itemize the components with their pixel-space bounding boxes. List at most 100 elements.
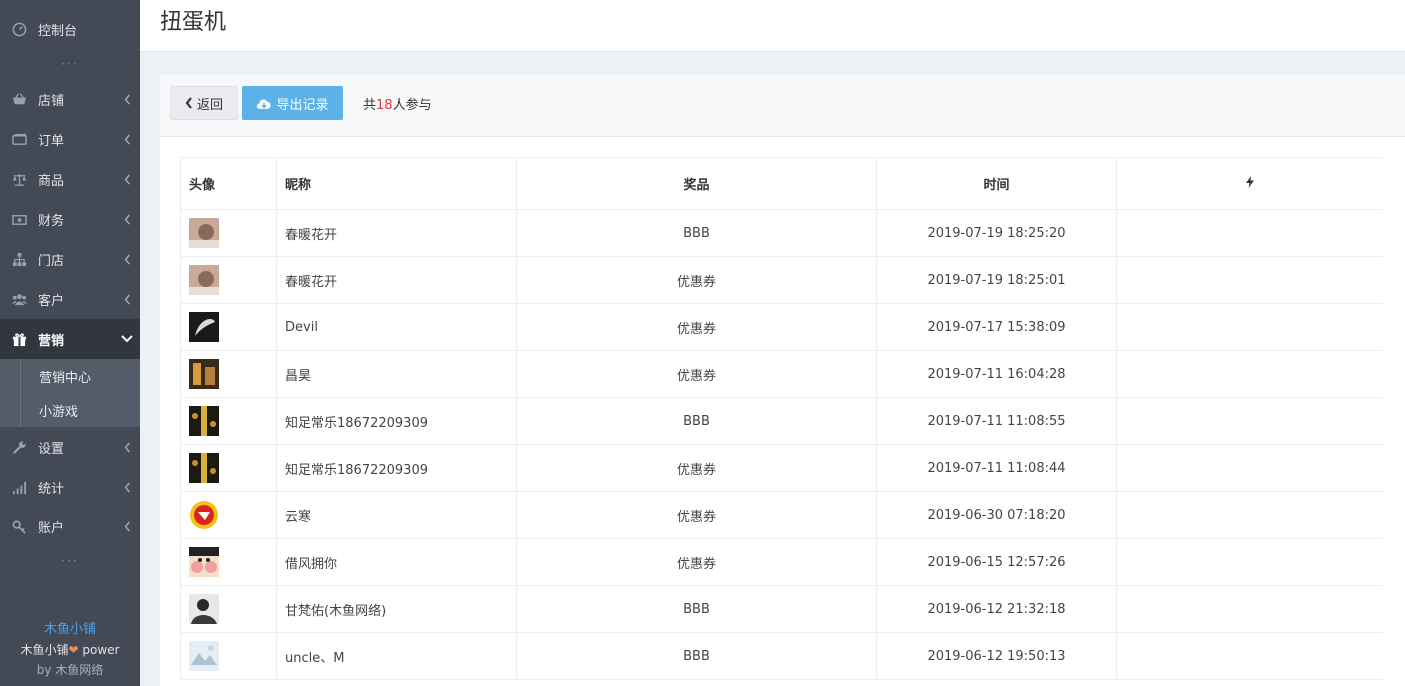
sidebar-footer: 木鱼小铺 木鱼小铺❤ power by 木鱼网络 — [0, 620, 140, 680]
cell-prize: 优惠券 — [516, 444, 877, 492]
footer-power-name: 木鱼小铺 — [20, 643, 69, 657]
photo-avatar — [189, 453, 219, 483]
back-button[interactable]: 返回 — [170, 86, 238, 120]
chevron-left-icon — [114, 481, 140, 493]
participants-count: 共18人参与 — [363, 94, 432, 113]
footer-brand[interactable]: 木鱼小铺 — [0, 620, 140, 640]
menu-divider-dots: ··· — [61, 57, 79, 71]
cell-actions — [1116, 350, 1383, 398]
cell-time: 2019-07-11 11:08:44 — [876, 444, 1117, 492]
cell-actions — [1116, 538, 1383, 586]
photo-avatar — [189, 312, 219, 342]
footer-by-name[interactable]: 木鱼网络 — [55, 663, 103, 677]
cell-time: 2019-07-11 16:04:28 — [876, 350, 1117, 398]
sidebar-item-dashboard[interactable]: 控制台 — [0, 9, 140, 49]
sidebar-item-shop[interactable]: 店铺 — [0, 79, 140, 119]
menu-divider-dots: ··· — [61, 554, 79, 568]
sidebar-item-order[interactable]: 订单 — [0, 119, 140, 159]
footer-by-prefix: by — [36, 663, 56, 677]
sidebar-item-goods[interactable]: 商品 — [0, 159, 140, 199]
cartoon-avatar — [189, 547, 219, 577]
sidebar-item-marketing[interactable]: 营销 — [0, 319, 140, 359]
cell-time: 2019-06-12 19:50:13 — [876, 632, 1117, 680]
table-body: 春暖花开 BBB 2019-07-19 18:25:20 春暖花开 优惠券 2019-07… — [180, 209, 1383, 680]
cell-nickname: 知足常乐18672209309 — [276, 444, 517, 492]
table-row: 借风拥你 优惠券 2019-06-15 12:57:26 — [180, 538, 1383, 586]
sidebar-item-settings[interactable]: 设置 — [0, 427, 140, 467]
sidebar-item-label: 订单 — [38, 133, 65, 149]
sidebar-item-account[interactable]: 账户 — [0, 506, 140, 546]
cell-prize: 优惠券 — [516, 538, 877, 586]
submenu-item-marketing-center[interactable]: 营销中心 — [20, 359, 140, 393]
dashboard-icon — [0, 22, 38, 37]
cell-nickname: Devil — [276, 303, 517, 351]
chevron-left-icon — [114, 253, 140, 265]
marketing-submenu: 营销中心 小游戏 — [0, 359, 140, 427]
key-icon — [0, 519, 38, 534]
money-icon — [0, 212, 38, 227]
records-table: 头像 昵称 奖品 时间 春暖花开 BBB 2019-07-19 18:25:20 春暖… — [180, 157, 1383, 680]
sidebar-item-store[interactable]: 门店 — [0, 239, 140, 279]
header-time: 时间 — [876, 157, 1117, 210]
scale-icon — [0, 172, 38, 187]
table-row: 昌昊 优惠券 2019-07-11 16:04:28 — [180, 350, 1383, 398]
cell-time: 2019-07-11 11:08:55 — [876, 397, 1117, 445]
table-row: 知足常乐18672209309 BBB 2019-07-11 11:08:55 — [180, 397, 1383, 445]
cell-time: 2019-06-30 07:18:20 — [876, 491, 1117, 539]
table-row: 春暖花开 BBB 2019-07-19 18:25:20 — [180, 209, 1383, 257]
submenu-item-mini-games[interactable]: 小游戏 — [20, 393, 140, 427]
participants-prefix: 共 — [363, 98, 377, 113]
toolbar: 返回 导出记录 共18人参与 — [160, 75, 1405, 137]
order-icon — [0, 132, 38, 147]
cloud-download-icon — [257, 99, 271, 109]
back-button-label: 返回 — [196, 97, 223, 113]
sidebar-item-label: 财务 — [38, 213, 65, 229]
sidebar-item-label: 账户 — [38, 520, 65, 536]
header-nickname: 昵称 — [276, 157, 517, 210]
photo-avatar — [189, 218, 219, 248]
cell-prize: BBB — [516, 209, 877, 257]
cell-actions — [1116, 397, 1383, 445]
cell-avatar — [180, 303, 277, 351]
page-title: 扭蛋机 — [160, 10, 227, 35]
table-row: 知足常乐18672209309 优惠券 2019-07-11 11:08:44 — [180, 444, 1383, 492]
chevron-left-icon — [114, 133, 140, 145]
photo-avatar — [189, 265, 219, 295]
cell-prize: BBB — [516, 397, 877, 445]
export-records-button[interactable]: 导出记录 — [242, 86, 343, 120]
header-prize: 奖品 — [516, 157, 877, 210]
sidebar-item-customer[interactable]: 客户 — [0, 279, 140, 319]
cell-avatar — [180, 538, 277, 586]
cell-avatar — [180, 397, 277, 445]
cell-actions — [1116, 585, 1383, 633]
chevron-down-icon — [114, 335, 140, 343]
cell-nickname: 春暖花开 — [276, 209, 517, 257]
header-avatar: 头像 — [180, 157, 277, 210]
cell-nickname: uncle、M — [276, 632, 517, 680]
sidebar-item-statistics[interactable]: 统计 — [0, 467, 140, 507]
cell-actions — [1116, 491, 1383, 539]
cell-time: 2019-06-12 21:32:18 — [876, 585, 1117, 633]
cell-nickname: 昌昊 — [276, 350, 517, 398]
records-table-container: 头像 昵称 奖品 时间 春暖花开 BBB 2019-07-19 18:25:20 春暖… — [180, 157, 1383, 686]
placeholder-avatar — [189, 641, 219, 671]
cell-actions — [1116, 632, 1383, 680]
cell-avatar — [180, 256, 277, 304]
cell-avatar — [180, 444, 277, 492]
users-icon — [0, 292, 38, 307]
cell-actions — [1116, 303, 1383, 351]
cell-avatar — [180, 350, 277, 398]
cell-actions — [1116, 256, 1383, 304]
table-row: 甘梵佑(木鱼网络) BBB 2019-06-12 21:32:18 — [180, 585, 1383, 633]
sidebar-item-label: 商品 — [38, 173, 65, 189]
sidebar-item-finance[interactable]: 财务 — [0, 199, 140, 239]
table-row: uncle、M BBB 2019-06-12 19:50:13 — [180, 632, 1383, 680]
cell-nickname: 借风拥你 — [276, 538, 517, 586]
sidebar-item-label: 客户 — [38, 293, 65, 309]
sidebar-item-label: 店铺 — [38, 93, 65, 109]
chevron-left-icon — [185, 97, 192, 109]
wrench-icon — [0, 440, 38, 455]
cell-nickname: 春暖花开 — [276, 256, 517, 304]
sidebar-item-label: 控制台 — [38, 23, 78, 39]
cell-actions — [1116, 209, 1383, 257]
